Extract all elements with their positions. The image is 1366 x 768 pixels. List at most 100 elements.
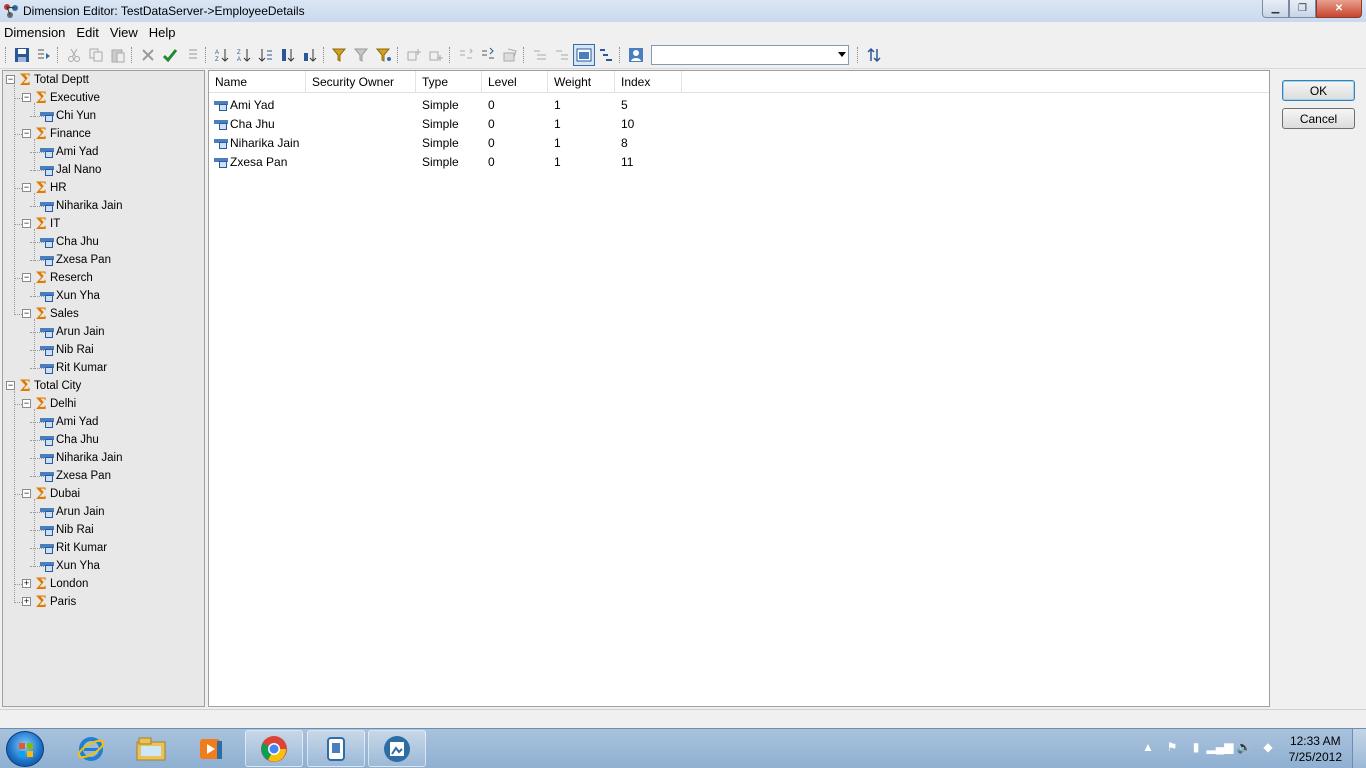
save-button[interactable]	[11, 44, 33, 66]
collapse-icon[interactable]: −	[22, 399, 31, 408]
hierarchy-view-button[interactable]	[595, 44, 617, 66]
tree-node[interactable]: Σ Paris	[34, 593, 76, 611]
tree-node[interactable]: Ami Yad	[40, 143, 98, 161]
toolbar-grip[interactable]	[131, 47, 134, 63]
toolbar-grip[interactable]	[5, 47, 8, 63]
tree-node[interactable]: Σ Dubai	[34, 485, 80, 503]
filter-button[interactable]	[329, 44, 351, 66]
column-header-weight[interactable]: Weight	[548, 71, 615, 93]
tree-node[interactable]: Σ London	[34, 575, 88, 593]
tree-node[interactable]: Σ Total Deptt	[18, 71, 89, 89]
toolbar-grip[interactable]	[57, 47, 60, 63]
ok-button[interactable]: OK	[1282, 80, 1355, 101]
list-row[interactable]: Niharika Jain Simple 0 1 8	[209, 133, 682, 152]
paste-button[interactable]	[107, 44, 129, 66]
toolbar-grip[interactable]	[323, 47, 326, 63]
close-button[interactable]: ✕	[1316, 0, 1362, 18]
menu-dimension[interactable]: Dimension	[0, 25, 72, 40]
toolbar-grip[interactable]	[619, 47, 622, 63]
tree-node[interactable]: Rit Kumar	[40, 539, 107, 557]
taskbar-app-1-button[interactable]	[307, 730, 365, 767]
copy-button[interactable]	[85, 44, 107, 66]
tree-node[interactable]: Σ Executive	[34, 89, 100, 107]
maximize-button[interactable]: ❐	[1289, 0, 1316, 18]
add-sibling-button[interactable]	[425, 44, 447, 66]
toolbar-grip[interactable]	[857, 47, 860, 63]
tree-node[interactable]: Rit Kumar	[40, 359, 107, 377]
tree-node[interactable]: Σ HR	[34, 179, 66, 197]
collapse-icon[interactable]: −	[22, 309, 31, 318]
tree-node[interactable]: Σ IT	[34, 215, 60, 233]
explorer-button[interactable]	[122, 730, 180, 767]
column-header-level[interactable]: Level	[482, 71, 548, 93]
tree-node[interactable]: Arun Jain	[40, 323, 105, 341]
sort-order-button[interactable]	[863, 44, 885, 66]
user-button[interactable]	[625, 44, 647, 66]
collapse-icon[interactable]: −	[22, 273, 31, 282]
collapse-icon[interactable]: −	[22, 489, 31, 498]
tree-node[interactable]: Nib Rai	[40, 521, 94, 539]
expand-icon[interactable]: +	[22, 579, 31, 588]
menu-help[interactable]: Help	[145, 25, 183, 40]
column-header-index[interactable]: Index	[615, 71, 682, 93]
internet-explorer-button[interactable]	[62, 730, 120, 767]
filter-clear-button[interactable]	[351, 44, 373, 66]
collapse-icon[interactable]: −	[22, 219, 31, 228]
expand-icon[interactable]: +	[22, 597, 31, 606]
minimize-button[interactable]: ▁	[1262, 0, 1289, 18]
column-header-type[interactable]: Type	[416, 71, 482, 93]
volume-icon[interactable]: 🔊	[1236, 739, 1252, 755]
collapse-icon[interactable]: −	[6, 75, 15, 84]
toolbar-grip[interactable]	[449, 47, 452, 63]
collapse-icon[interactable]: −	[22, 129, 31, 138]
insert-element-button[interactable]	[33, 44, 55, 66]
cut-button[interactable]	[63, 44, 85, 66]
dimension-tree[interactable]: − Σ Total Deptt − Σ Executive Chi Yun − Σ Finance…	[2, 70, 205, 707]
tree-node[interactable]: Niharika Jain	[40, 197, 122, 215]
attribute-dropdown[interactable]	[651, 45, 849, 65]
properties-button[interactable]	[499, 44, 521, 66]
sort-ascending-button[interactable]: AZ	[211, 44, 233, 66]
tree-node[interactable]: Xun Yha	[40, 557, 100, 575]
move-left-button[interactable]	[455, 44, 477, 66]
move-right-button[interactable]	[477, 44, 499, 66]
delete-button[interactable]	[137, 44, 159, 66]
collapse-icon[interactable]: −	[22, 183, 31, 192]
start-button[interactable]	[6, 731, 44, 767]
tree-node[interactable]: Zxesa Pan	[40, 467, 111, 485]
toolbar-grip[interactable]	[397, 47, 400, 63]
list-button[interactable]	[181, 44, 203, 66]
tree-node[interactable]: Σ Delhi	[34, 395, 76, 413]
accept-button[interactable]	[159, 44, 181, 66]
system-clock[interactable]: 12:33 AM 7/25/2012	[1289, 733, 1342, 765]
tree-node[interactable]: Σ Total City	[18, 377, 81, 395]
dropbox-icon[interactable]: ◆	[1260, 739, 1276, 755]
taskbar-app-2-button[interactable]	[368, 730, 426, 767]
tree-node[interactable]: Σ Finance	[34, 125, 91, 143]
tree-node[interactable]: Arun Jain	[40, 503, 105, 521]
filter-advanced-button[interactable]	[373, 44, 395, 66]
chrome-button[interactable]	[245, 730, 303, 767]
toolbar-grip[interactable]	[205, 47, 208, 63]
action-center-flag-icon[interactable]: ⚑	[1164, 739, 1180, 755]
column-header-name[interactable]: Name	[209, 71, 306, 93]
tree-node[interactable]: Σ Sales	[34, 305, 78, 323]
sort-index-desc-button[interactable]	[299, 44, 321, 66]
collapse-icon[interactable]: −	[6, 381, 15, 390]
list-row[interactable]: Cha Jhu Simple 0 1 10	[209, 114, 682, 133]
media-player-button[interactable]	[182, 730, 240, 767]
sort-descending-button[interactable]: ZA	[233, 44, 255, 66]
tree-node[interactable]: Cha Jhu	[40, 233, 99, 251]
menu-edit[interactable]: Edit	[72, 25, 105, 40]
element-list[interactable]: Name Security Owner Type Level Weight In…	[208, 70, 1270, 707]
battery-icon[interactable]: ▮	[1188, 739, 1204, 755]
tree-node[interactable]: Xun Yha	[40, 287, 100, 305]
cancel-button[interactable]: Cancel	[1282, 108, 1355, 129]
tree-node[interactable]: Zxesa Pan	[40, 251, 111, 269]
show-hidden-icons-icon[interactable]: ▲	[1140, 739, 1156, 755]
add-child-button[interactable]	[403, 44, 425, 66]
tree-node[interactable]: Jal Nano	[40, 161, 101, 179]
list-row[interactable]: Ami Yad Simple 0 1 5	[209, 95, 682, 114]
show-desktop-button[interactable]	[1352, 729, 1366, 768]
sort-hierarchy-button[interactable]	[255, 44, 277, 66]
